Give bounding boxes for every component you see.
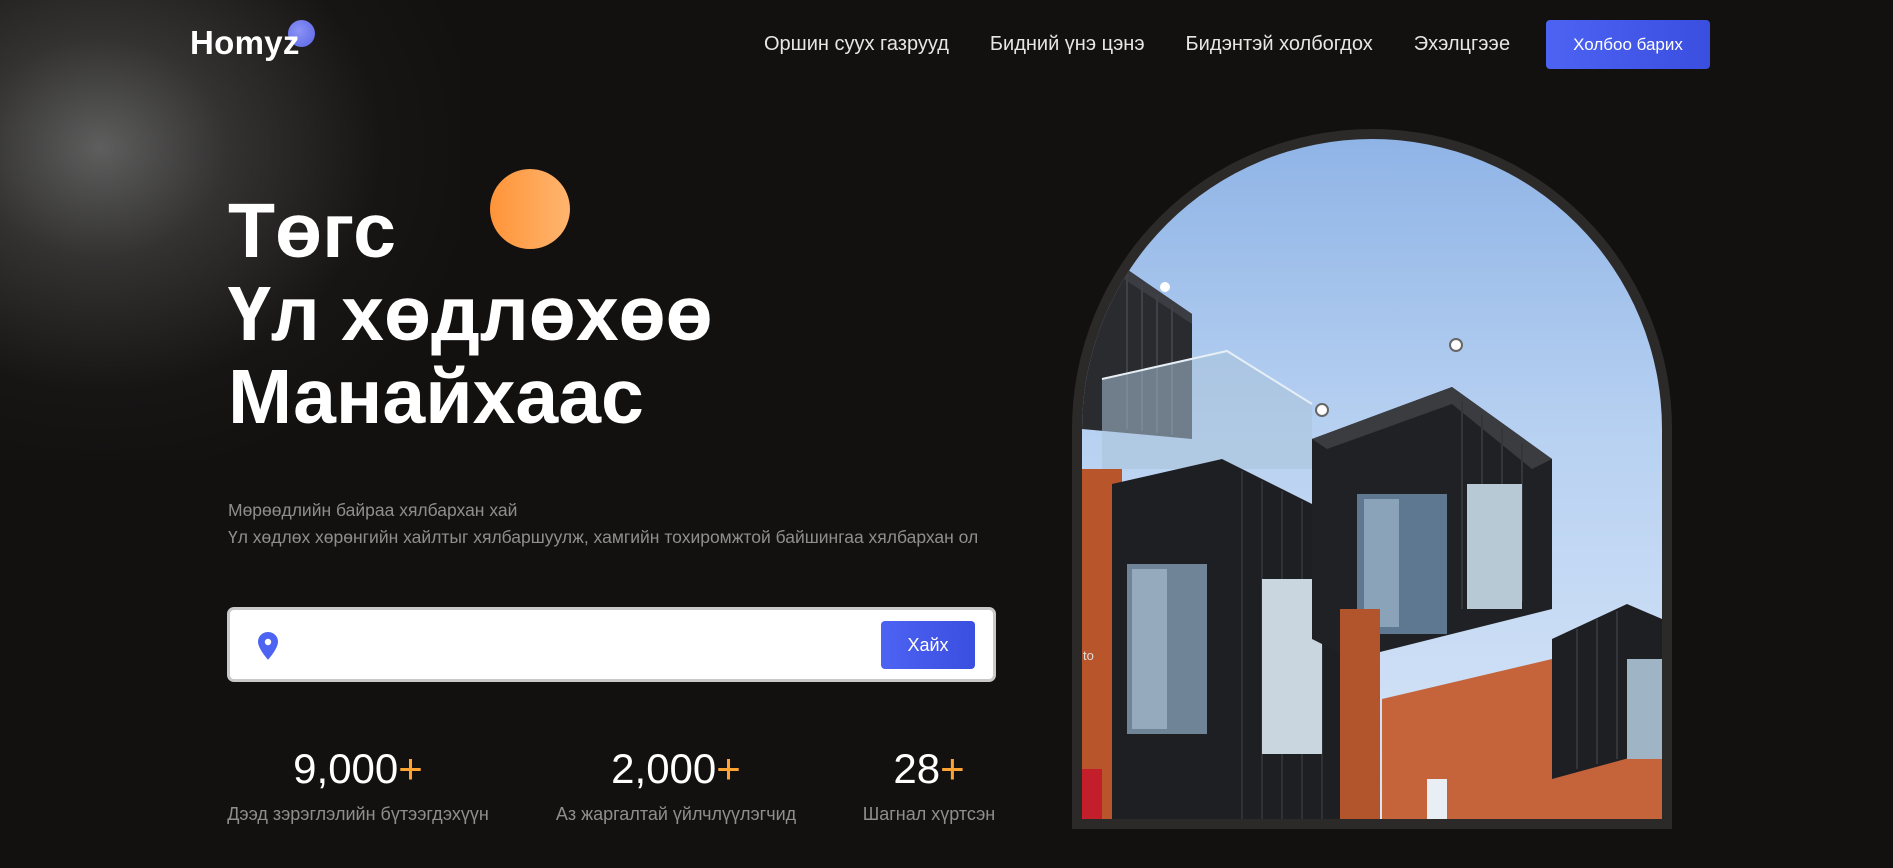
hero-image-frame <box>1072 129 1672 829</box>
hero-title-line-3: Манайхаас <box>228 354 644 440</box>
hero-subtitle-line-2: Үл хөдлөх хөрөнгийн хайлтыг хялбаршуулж,… <box>228 527 979 547</box>
stat-products: 9,000+ Дээд зэрэглэлийн бүтээгдэхүүн <box>227 745 489 825</box>
stat-label: Дээд зэрэглэлийн бүтээгдэхүүн <box>227 804 489 824</box>
main-nav: Оршин суух газрууд Бидний үнэ цэнэ Бидэн… <box>764 33 1551 56</box>
image-caption: to <box>1083 648 1094 663</box>
location-pin-icon <box>258 632 278 660</box>
hero-title-line-2: Үл хөдлөхөө <box>228 271 713 357</box>
stat-label: Аз жаргалтай үйлчлүүлэгчид <box>555 804 797 824</box>
search-input[interactable] <box>300 624 900 666</box>
stat-customers: 2,000+ Аз жаргалтай үйлчлүүлэгчид <box>555 745 797 825</box>
building-photo <box>1082 139 1662 819</box>
stat-value: 9,000+ <box>227 745 489 793</box>
stat-number: 28 <box>893 745 941 792</box>
hero-subtitle: Мөрөөдлийн байраа хялбархан хай Үл хөдлө… <box>228 497 978 551</box>
stat-plus: + <box>716 745 741 792</box>
nav-link-contact-us[interactable]: Бидэнтэй холбогдох <box>1186 33 1373 56</box>
stat-awards: 28+ Шагнал хүртсэн <box>862 745 996 825</box>
nav-link-residencies[interactable]: Оршин суух газрууд <box>764 33 949 56</box>
nav-link-our-value[interactable]: Бидний үнэ цэнэ <box>990 33 1145 56</box>
stat-label: Шагнал хүртсэн <box>862 804 996 824</box>
page: Homyz Оршин суух газрууд Бидний үнэ цэнэ… <box>0 0 1893 868</box>
nav-link-get-started[interactable]: Эхэлцгээе <box>1414 33 1510 56</box>
stat-number: 9,000 <box>293 745 399 792</box>
search-button[interactable]: Хайх <box>881 621 975 669</box>
hero-subtitle-line-1: Мөрөөдлийн байраа хялбархан хай <box>228 500 518 520</box>
stat-plus: + <box>398 745 423 792</box>
building-illustration <box>1082 259 1662 819</box>
stat-plus: + <box>940 745 965 792</box>
contact-button[interactable]: Холбоо барих <box>1546 20 1710 69</box>
stat-value: 28+ <box>862 745 996 793</box>
stat-number: 2,000 <box>611 745 717 792</box>
hero-title-line-1: Төгс <box>228 188 396 274</box>
hero-title: Төгс Үл хөдлөхөө Манайхаас <box>228 190 713 439</box>
logo[interactable]: Homyz <box>190 20 315 62</box>
search-bar: Хайх <box>227 607 996 682</box>
logo-text: Homyz <box>190 24 300 61</box>
stat-value: 2,000+ <box>555 745 797 793</box>
